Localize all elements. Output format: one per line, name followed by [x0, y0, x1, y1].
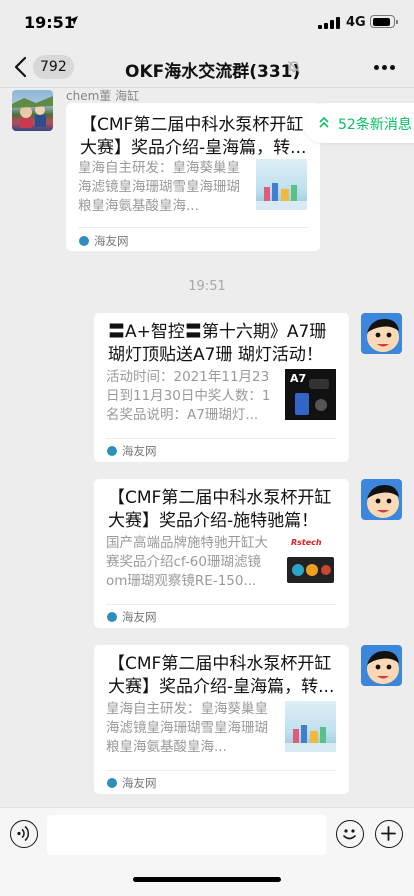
- card-description: 国产高端品牌施特驰开缸大赛奖品介绍cf-60珊瑚滤镜om珊瑚观察镜RE-150.…: [106, 535, 268, 589]
- voice-icon[interactable]: [10, 820, 38, 848]
- card-divider: [78, 227, 308, 228]
- card-title: 【CMF第二届中科水泵杯开缸大赛】奖品介绍-皇海篇，转...: [80, 115, 307, 158]
- chat-title[interactable]: OKF海水交流群(331): [125, 57, 300, 82]
- my-avatar[interactable]: [361, 313, 402, 354]
- card-thumbnail: A7: [285, 369, 336, 420]
- signal-icon: [318, 17, 340, 29]
- card-title: 【CMF第二届中科水泵杯开缸大赛】奖品介绍-皇海篇，转...: [108, 654, 335, 697]
- thumbnail-caption: A7: [290, 372, 307, 385]
- new-messages-button[interactable]: 52条新消息: [303, 103, 414, 143]
- card-title: 〓A+智控〓第十六期》A7珊瑚灯顶贴送A7珊 瑚灯活动！: [108, 322, 327, 365]
- unread-count-badge[interactable]: 792: [33, 55, 74, 79]
- double-chevron-up-icon: [319, 116, 329, 128]
- more-dots-icon[interactable]: [374, 65, 396, 71]
- emoji-icon[interactable]: [336, 820, 364, 848]
- card-source: 海友网: [122, 444, 157, 458]
- card-source: 海友网: [122, 610, 157, 624]
- source-icon: [107, 778, 117, 788]
- location-arrow-icon: [69, 16, 78, 25]
- status-bar: 19:51 4G: [0, 0, 414, 46]
- new-messages-label: 52条新消息: [338, 117, 412, 133]
- card-description: 皇海自主研发：皇海葵巢皇海滤镜皇海珊瑚雪皇海珊瑚粮皇海氨基酸皇海...: [78, 160, 240, 214]
- plus-icon[interactable]: [375, 820, 403, 848]
- link-card[interactable]: 【CMF第二届中科水泵杯开缸大赛】奖品介绍-皇海篇，转... 皇海自主研发：皇海…: [66, 103, 320, 251]
- card-title: 【CMF第二届中科水泵杯开缸大赛】奖品介绍-施特驰篇！: [108, 488, 332, 531]
- card-divider: [106, 770, 336, 771]
- card-thumbnail: [256, 159, 307, 210]
- time-divider: 19:51: [188, 279, 226, 294]
- card-description: 活动时间：2021年11月23日到11月30日中奖人数：1名奖品说明：A7珊瑚灯…: [106, 369, 271, 423]
- card-thumbnail: [285, 701, 336, 752]
- input-bar: [0, 807, 414, 896]
- my-avatar[interactable]: [361, 479, 402, 520]
- network-type: 4G: [346, 15, 366, 30]
- battery-icon: [370, 15, 398, 28]
- chat-header: 792 OKF海水交流群(331): [0, 46, 414, 88]
- source-icon: [107, 612, 117, 622]
- mute-bell-icon: [288, 61, 300, 73]
- card-source: 海友网: [122, 776, 157, 790]
- my-avatar[interactable]: [361, 645, 402, 686]
- message-input[interactable]: [47, 815, 326, 855]
- card-divider: [106, 438, 336, 439]
- card-source: 海友网: [94, 234, 129, 248]
- sender-name: chem董 海缸: [66, 89, 140, 103]
- card-description: 皇海自主研发：皇海葵巢皇海滤镜皇海珊瑚雪皇海珊瑚粮皇海氨基酸皇海...: [106, 701, 268, 755]
- card-thumbnail: Rstech: [285, 535, 336, 586]
- sender-avatar[interactable]: [12, 90, 53, 131]
- link-card[interactable]: 【CMF第二届中科水泵杯开缸大赛】奖品介绍-施特驰篇！ 国产高端品牌施特驰开缸大…: [94, 479, 349, 628]
- home-indicator: [133, 877, 281, 882]
- link-card[interactable]: 【CMF第二届中科水泵杯开缸大赛】奖品介绍-皇海篇，转... 皇海自主研发：皇海…: [94, 645, 349, 794]
- thumbnail-caption: Rstech: [291, 538, 322, 547]
- card-divider: [106, 604, 336, 605]
- back-chevron-icon[interactable]: [10, 55, 34, 79]
- link-card[interactable]: 〓A+智控〓第十六期》A7珊瑚灯顶贴送A7珊 瑚灯活动！ 活动时间：2021年1…: [94, 313, 349, 462]
- source-icon: [107, 446, 117, 456]
- source-icon: [79, 236, 89, 246]
